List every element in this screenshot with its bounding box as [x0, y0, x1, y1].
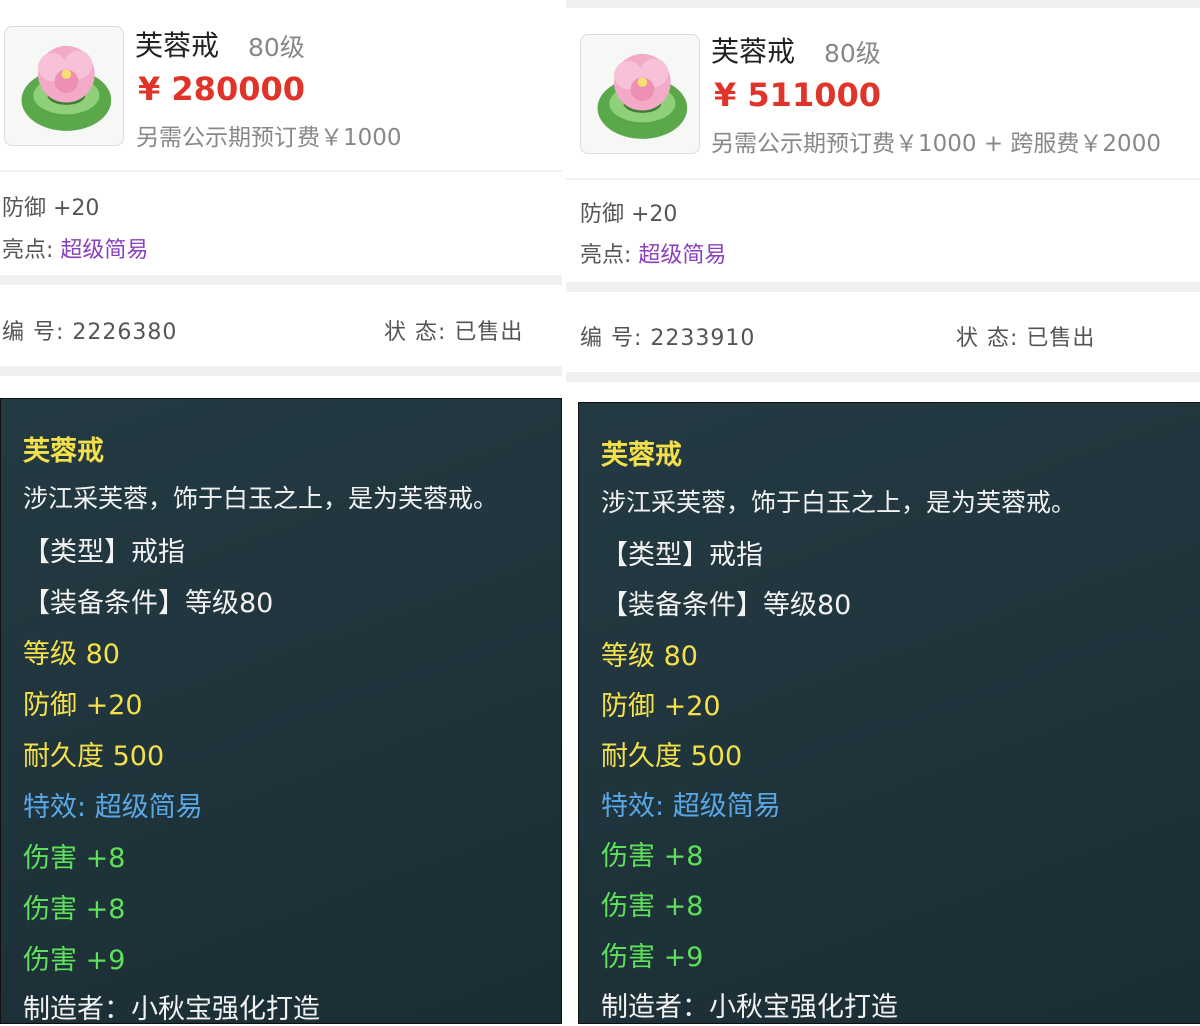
- item-header: 芙蓉戒 80级 ¥ 511000 另需公示期预订费￥1000 + 跨服费￥200…: [566, 8, 1200, 180]
- tooltip-maker: 制造者：小秋宝强化打造: [23, 994, 320, 1025]
- lotus-ring-icon: [581, 53, 699, 157]
- lotus-ring-icon: [5, 45, 123, 149]
- tooltip-durability: 耐久度 500: [601, 741, 743, 772]
- item-price: ¥ 511000: [714, 76, 881, 114]
- tooltip-damage: 伤害 +8: [601, 891, 704, 922]
- tooltip-durability: 耐久度 500: [23, 741, 165, 772]
- tooltip-damage: 伤害 +9: [601, 942, 704, 973]
- tooltip-type: 【类型】戒指: [23, 537, 185, 568]
- id-label: 编 号:: [580, 326, 643, 351]
- tooltip-effect: 特效: 超级简易: [23, 785, 203, 824]
- highlight-row: 亮点: 超级简易: [580, 237, 726, 269]
- item-thumbnail[interactable]: [4, 26, 124, 146]
- reservation-fee: 另需公示期预订费￥1000: [136, 125, 402, 151]
- id-label: 编 号:: [2, 320, 65, 345]
- item-tooltip: 芙蓉戒 涉江采芙蓉，饰于白玉之上，是为芙蓉戒。 【类型】戒指 【装备条件】等级8…: [578, 402, 1200, 1024]
- item-id-row: 编 号: 2233910: [580, 320, 755, 352]
- tooltip-name: 芙蓉戒: [23, 436, 104, 467]
- divider: [566, 178, 1200, 180]
- highlight-value: 超级简易: [60, 238, 149, 263]
- divider: [566, 0, 1200, 8]
- effect-label: 特效:: [23, 792, 87, 823]
- tooltip-effect: 特效: 超级简易: [601, 784, 781, 823]
- status-label: 状 态:: [384, 320, 447, 345]
- divider: [0, 366, 562, 376]
- status-label: 状 态:: [956, 326, 1019, 351]
- item-header: 芙蓉戒 80级 ¥ 280000 另需公示期预订费￥1000: [0, 0, 562, 168]
- tooltip-desc: 涉江采芙蓉，饰于白玉之上，是为芙蓉戒。: [601, 488, 1077, 517]
- tooltip-damage: 伤害 +8: [23, 894, 126, 925]
- tooltip-level: 等级 80: [601, 641, 698, 672]
- divider: [566, 372, 1200, 382]
- divider: [0, 170, 562, 172]
- status-value: 已售出: [454, 320, 524, 345]
- status-value: 已售出: [1026, 326, 1096, 351]
- item-thumbnail[interactable]: [580, 34, 700, 154]
- id-value: 2233910: [650, 326, 756, 351]
- highlight-value: 超级简易: [638, 243, 727, 268]
- tooltip-maker: 制造者：小秋宝强化打造: [601, 992, 898, 1023]
- tooltip-damage: 伤害 +9: [23, 945, 126, 976]
- reservation-fee: 另需公示期预订费￥1000 + 跨服费￥2000: [711, 131, 1161, 157]
- listing-card-left: 芙蓉戒 80级 ¥ 280000 另需公示期预订费￥1000 防御 +20 亮点…: [0, 0, 562, 1025]
- tooltip-damage: 伤害 +8: [23, 843, 126, 874]
- highlight-label: 亮点:: [2, 238, 54, 263]
- defense-attr: 防御 +20: [580, 202, 678, 227]
- tooltip-level: 等级 80: [23, 639, 120, 670]
- status-row: 状 态: 已售出: [384, 314, 523, 346]
- tooltip-defense: 防御 +20: [23, 690, 143, 721]
- item-id-row: 编 号: 2226380: [2, 314, 177, 346]
- tooltip-requirement: 【装备条件】等级80: [23, 588, 274, 619]
- listing-card-right: 芙蓉戒 80级 ¥ 511000 另需公示期预订费￥1000 + 跨服费￥200…: [566, 0, 1200, 1024]
- tooltip-defense: 防御 +20: [601, 691, 721, 722]
- divider: [0, 275, 562, 285]
- tooltip-name: 芙蓉戒: [601, 440, 682, 471]
- item-name: 芙蓉戒: [135, 29, 220, 62]
- status-row: 状 态: 已售出: [956, 320, 1095, 352]
- item-name: 芙蓉戒: [711, 35, 796, 68]
- effect-value: 超级简易: [672, 791, 781, 822]
- highlight-row: 亮点: 超级简易: [2, 232, 148, 264]
- effect-label: 特效:: [601, 791, 665, 822]
- tooltip-damage: 伤害 +8: [601, 841, 704, 872]
- item-tooltip: 芙蓉戒 涉江采芙蓉，饰于白玉之上，是为芙蓉戒。 【类型】戒指 【装备条件】等级8…: [0, 398, 562, 1025]
- defense-attr: 防御 +20: [2, 196, 100, 221]
- id-value: 2226380: [72, 320, 178, 345]
- item-level: 80级: [248, 33, 305, 62]
- item-price: ¥ 280000: [138, 70, 305, 108]
- divider: [566, 282, 1200, 292]
- item-level: 80级: [824, 39, 881, 68]
- highlight-label: 亮点:: [580, 243, 632, 268]
- effect-value: 超级简易: [94, 792, 203, 823]
- tooltip-requirement: 【装备条件】等级80: [601, 590, 852, 621]
- tooltip-type: 【类型】戒指: [601, 540, 763, 571]
- tooltip-desc: 涉江采芙蓉，饰于白玉之上，是为芙蓉戒。: [23, 484, 499, 513]
